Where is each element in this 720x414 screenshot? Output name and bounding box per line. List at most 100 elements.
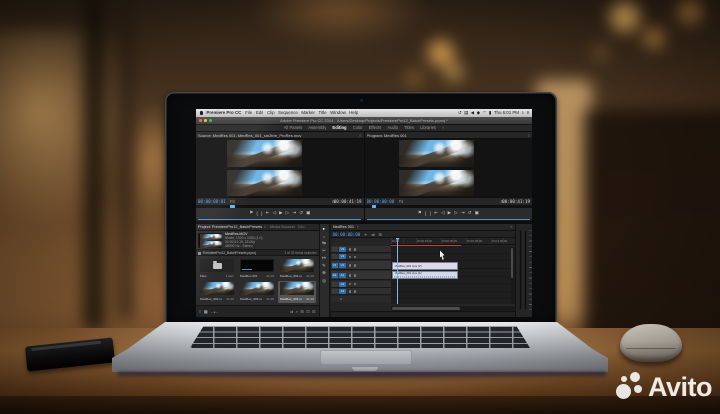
mark-out-icon[interactable]: }: [261, 211, 262, 216]
track-mute-icon[interactable]: [349, 290, 352, 293]
razor-tool-icon[interactable]: ✂: [322, 248, 326, 254]
track-target-a3[interactable]: A3: [339, 289, 346, 294]
wifi-icon[interactable]: ◠: [483, 109, 487, 117]
workspace-tab-color[interactable]: Color: [353, 125, 363, 130]
go-to-out-icon[interactable]: ⇥: [292, 210, 296, 216]
apple-menu-icon[interactable]: [200, 111, 203, 115]
volume-icon[interactable]: ◀: [471, 109, 474, 117]
close-icon[interactable]: ×: [264, 224, 266, 230]
icon-view-icon[interactable]: ▦: [204, 309, 208, 314]
timeline-vscrollbar[interactable]: [511, 246, 514, 304]
project-item-clip[interactable]: MedRes_003.mov 41:19: [238, 281, 276, 303]
timeline-settings-icon[interactable]: ⊞: [379, 231, 383, 238]
list-view-icon[interactable]: ≡: [199, 309, 201, 314]
delete-icon[interactable]: ⊟: [312, 309, 315, 314]
track-lock-icon[interactable]: [349, 248, 352, 251]
export-frame-icon[interactable]: ▣: [306, 210, 310, 216]
zoom-slider-icon[interactable]: —●—: [211, 310, 219, 314]
find-icon[interactable]: ⌕: [296, 309, 298, 314]
notification-center-icon[interactable]: ≡: [526, 109, 529, 117]
window-title-bar[interactable]: Adobe Premiere Pro CC 2014 - /Users/Desk…: [196, 117, 532, 125]
workspace-overflow-button[interactable]: »: [442, 125, 444, 130]
project-preview-thumbnail[interactable]: [198, 233, 222, 248]
panel-menu-icon[interactable]: ≡: [528, 132, 530, 139]
master-track-label[interactable]: M: [340, 296, 343, 302]
linked-selection-icon[interactable]: ⇄: [372, 231, 376, 238]
source-patch-cell[interactable]: [332, 254, 338, 259]
source-patch-cell[interactable]: [332, 247, 338, 252]
track-target-v1[interactable]: V1: [339, 263, 346, 268]
track-target-v3[interactable]: V3: [339, 247, 346, 252]
workspace-tab-libraries[interactable]: Libraries: [420, 125, 436, 130]
project-item-clip-selected[interactable]: MedRes_004.mov 41:19: [278, 281, 316, 303]
vscroll-thumb[interactable]: [511, 248, 513, 278]
dropbox-icon[interactable]: ◆: [477, 109, 480, 117]
step-forward-icon[interactable]: ▷: [286, 210, 289, 216]
hscroll-thumb[interactable]: [392, 307, 460, 310]
new-item-icon[interactable]: ⊡: [306, 309, 309, 314]
workspace-tab-titles[interactable]: Titles: [404, 125, 414, 130]
export-frame-icon[interactable]: ▣: [475, 210, 479, 216]
menu-item-help[interactable]: Help: [349, 109, 358, 117]
workspace-tab-all-panels[interactable]: All Panels: [284, 125, 303, 130]
track-target-v2[interactable]: V2: [339, 254, 346, 259]
panel-menu-icon[interactable]: ≡: [359, 132, 361, 139]
go-to-in-icon[interactable]: ⇤: [434, 210, 438, 216]
spotlight-icon[interactable]: ⌕: [521, 109, 523, 117]
timeline-playhead[interactable]: [397, 238, 398, 304]
workspace-tab-assembly[interactable]: Assembly: [308, 125, 326, 130]
slip-tool-icon[interactable]: ↦: [322, 255, 326, 261]
battery-icon[interactable]: ▮: [489, 109, 491, 117]
menu-item-file[interactable]: File: [245, 109, 252, 117]
add-marker-icon[interactable]: ⚑: [418, 210, 422, 216]
track-select-tool-icon[interactable]: ⇔: [322, 234, 326, 239]
track-solo-icon[interactable]: [354, 283, 357, 286]
track-visibility-icon[interactable]: [354, 248, 357, 251]
display-icon[interactable]: ▤: [464, 109, 468, 117]
source-patch-cell[interactable]: [332, 289, 338, 294]
track-solo-icon[interactable]: [354, 290, 357, 293]
workspace-tab-editing[interactable]: Editing: [332, 125, 346, 130]
automate-to-sequence-icon[interactable]: ⇉: [290, 309, 293, 314]
project-item-sequence[interactable]: MedRes 001 41:19: [238, 258, 276, 280]
track-visibility-icon[interactable]: [354, 264, 357, 267]
track-lock-icon[interactable]: [349, 256, 352, 259]
mark-in-icon[interactable]: {: [425, 211, 426, 216]
menu-item-marker[interactable]: Marker: [301, 109, 315, 117]
loop-icon[interactable]: ↺: [299, 210, 303, 216]
sync-icon[interactable]: ↺: [458, 109, 462, 117]
menu-item-edit[interactable]: Edit: [256, 109, 264, 117]
step-forward-icon[interactable]: ▷: [454, 210, 457, 216]
play-icon[interactable]: ▶: [279, 210, 282, 216]
track-visibility-icon[interactable]: [354, 256, 357, 259]
workspace-tab-audio[interactable]: Audio: [387, 125, 398, 130]
project-item-folder[interactable]: Files 1 item: [198, 258, 236, 280]
add-marker-icon[interactable]: ⚑: [249, 210, 253, 216]
close-window-button[interactable]: [199, 119, 202, 122]
go-to-out-icon[interactable]: ⇥: [461, 210, 465, 216]
workspace-tab-effects[interactable]: Effects: [369, 125, 382, 130]
source-patch-a1[interactable]: A1: [332, 273, 338, 278]
mark-out-icon[interactable]: }: [430, 211, 431, 216]
project-panel-tab[interactable]: Project: PremierePro12_BatchPresets: [198, 224, 262, 230]
track-lock-icon[interactable]: [349, 264, 352, 267]
minimize-window-button[interactable]: [204, 119, 207, 122]
hand-tool-icon[interactable]: ◎: [322, 278, 326, 284]
ripple-edit-tool-icon[interactable]: ⇆: [322, 240, 326, 246]
source-patch-cell[interactable]: [332, 282, 338, 287]
track-mute-icon[interactable]: [349, 283, 352, 286]
timeline-audio-clip[interactable]: MedRes_001.mov [A]: [392, 271, 458, 279]
project-item-clip[interactable]: MedRes_001.mov 41:19: [278, 258, 316, 280]
selection-tool-icon[interactable]: ▸: [323, 226, 325, 232]
panel-menu-icon[interactable]: ≡: [510, 224, 512, 231]
tab-info[interactable]: Info: [298, 224, 304, 230]
play-icon[interactable]: ▶: [448, 210, 451, 216]
menu-item-window[interactable]: Window: [330, 109, 346, 117]
tab-media-browser[interactable]: Media Browser: [270, 224, 295, 230]
timeline-timecode[interactable]: 00:00:00:00: [333, 231, 361, 238]
project-item-clip[interactable]: MedRes_002.mov 41:19: [198, 281, 236, 303]
track-target-a1[interactable]: A1: [339, 273, 346, 278]
step-back-icon[interactable]: ◁: [441, 210, 444, 216]
pen-tool-icon[interactable]: ✎: [322, 263, 326, 269]
go-to-in-icon[interactable]: ⇤: [266, 210, 270, 216]
